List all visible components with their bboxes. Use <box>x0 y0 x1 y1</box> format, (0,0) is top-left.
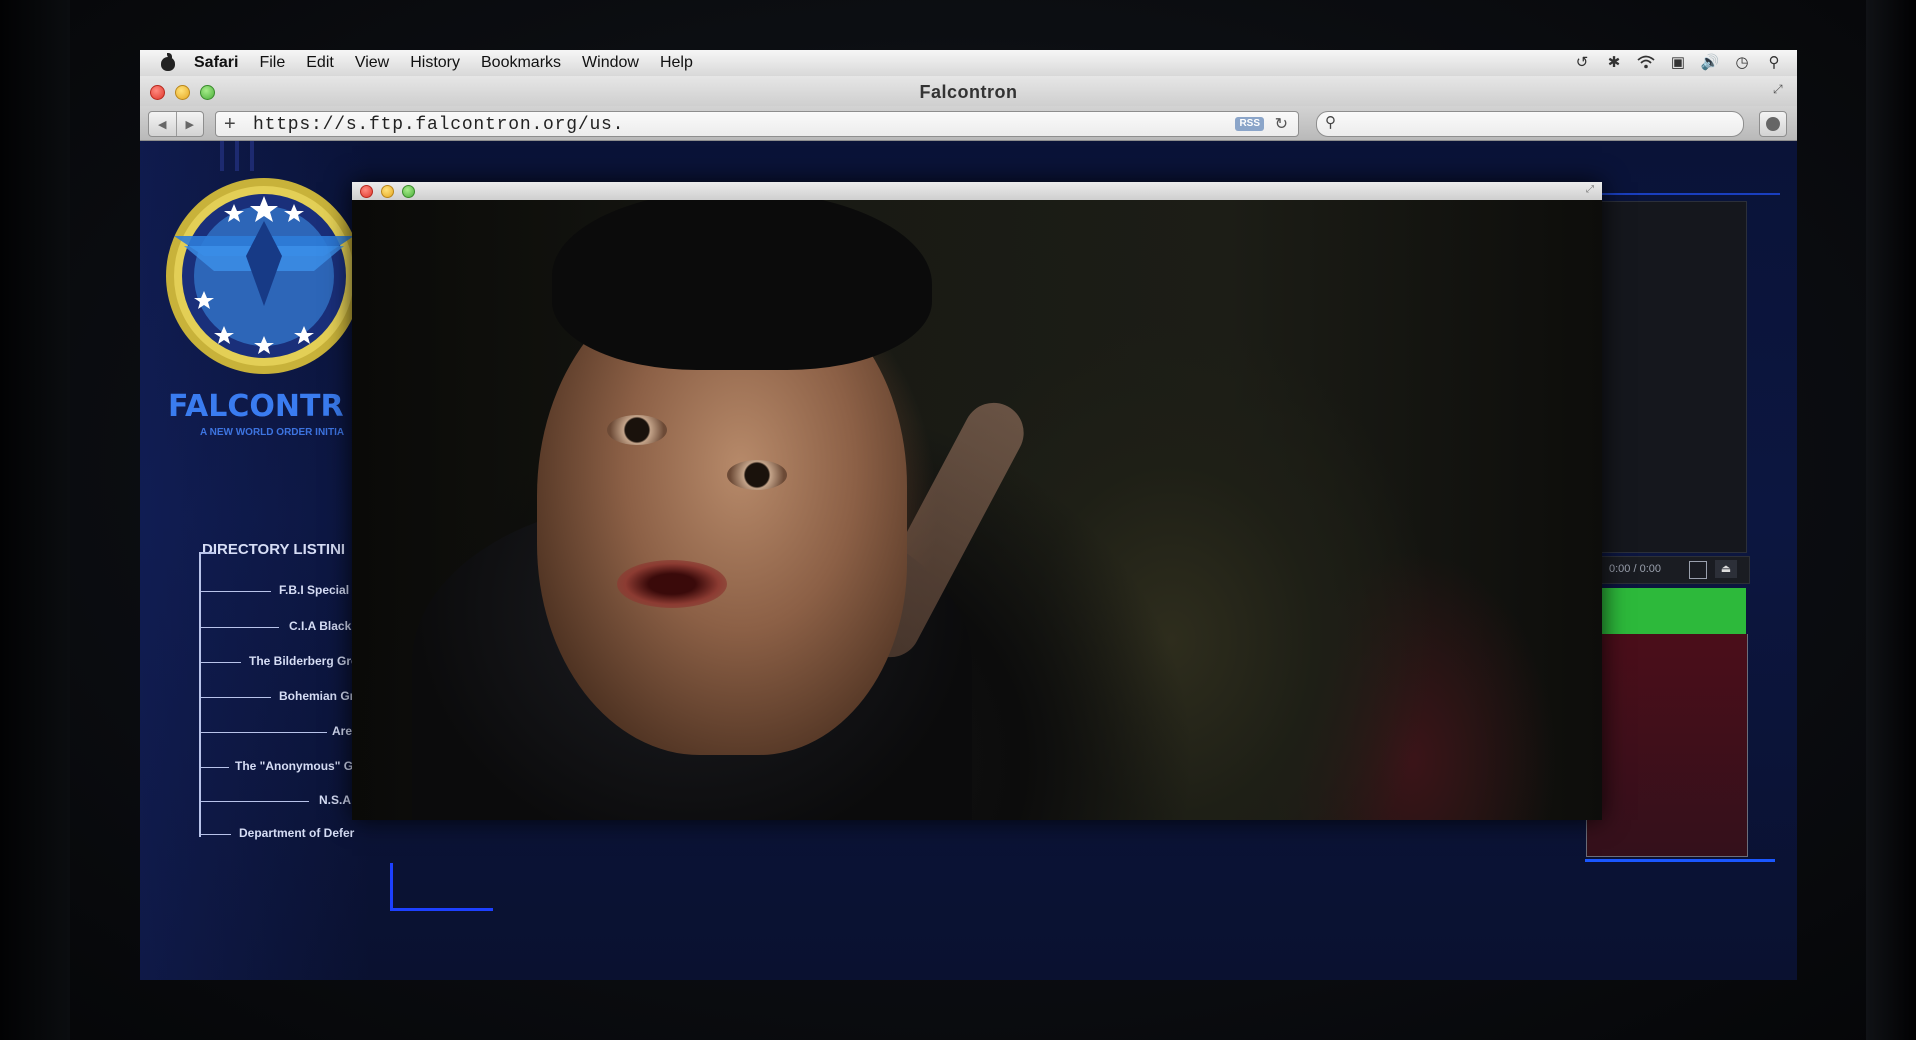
menu-file[interactable]: File <box>259 54 285 72</box>
site-tagline: A NEW WORLD ORDER INITIA <box>200 427 345 438</box>
time-machine-icon[interactable]: ↺ <box>1573 53 1591 71</box>
monitor-edge-right <box>1866 0 1916 1040</box>
status-icons: ↺ ✱ ▣ 🔊 ◷ ⚲ <box>1573 53 1783 71</box>
menu-bookmarks[interactable]: Bookmarks <box>481 54 561 72</box>
rss-badge[interactable]: RSS <box>1235 117 1264 131</box>
search-icon: ⚲ <box>1325 114 1336 131</box>
window-titlebar: Falcontron ⤢ <box>140 76 1797 106</box>
video-person-eye <box>727 460 787 490</box>
menu-window[interactable]: Window <box>582 54 639 72</box>
video-frame[interactable] <box>352 200 1602 820</box>
fullscreen-icon[interactable] <box>1689 561 1707 579</box>
volume-icon[interactable]: 🔊 <box>1701 53 1720 71</box>
window-title: Falcontron <box>919 82 1018 102</box>
zoom-video-button[interactable] <box>402 185 415 198</box>
site-brand[interactable]: FALCONTR <box>168 389 344 424</box>
status-bar-green <box>1586 588 1746 634</box>
add-bookmark-icon[interactable]: + <box>224 113 236 136</box>
menu-history[interactable]: History <box>410 54 460 72</box>
apple-menu-icon[interactable] <box>158 53 180 73</box>
video-window: ⤢ <box>352 182 1602 820</box>
wifi-icon[interactable] <box>1637 53 1655 71</box>
directory-item[interactable]: F.B.I Special C <box>201 583 361 599</box>
display-icon[interactable]: ▣ <box>1669 53 1687 71</box>
monitor-edge-left <box>0 0 70 1040</box>
video-person-mouth <box>617 560 727 608</box>
close-video-button[interactable] <box>360 185 373 198</box>
directory-item[interactable]: Bohemian Gro <box>201 689 362 705</box>
spotlight-icon[interactable]: ⚲ <box>1765 53 1783 71</box>
deco-stripe <box>235 141 239 171</box>
directory-item[interactable]: N.S.A Fi <box>201 793 365 809</box>
menu-app-safari[interactable]: Safari <box>194 54 238 72</box>
deco-line <box>1585 859 1775 862</box>
tree-connector <box>199 552 215 554</box>
menu-edit[interactable]: Edit <box>306 54 334 72</box>
url-field[interactable]: https://s.ftp.falcontron.org/us. <box>253 115 624 135</box>
alert-panel <box>1586 634 1748 857</box>
deco-bracket <box>390 863 553 911</box>
video-window-titlebar: ⤢ <box>352 182 1602 200</box>
back-button[interactable]: ◀ <box>149 112 177 136</box>
clock-icon[interactable]: ◷ <box>1733 53 1751 71</box>
menu-view[interactable]: View <box>355 54 389 72</box>
reload-icon[interactable]: ↻ <box>1275 114 1288 134</box>
video-fullscreen-icon[interactable]: ⤢ <box>1586 184 1594 195</box>
nav-buttons: ◀ ▶ <box>148 111 204 137</box>
menu-bar: Safari File Edit View History Bookmarks … <box>140 50 1797 77</box>
screen: Safari File Edit View History Bookmarks … <box>140 50 1797 980</box>
falcontron-seal-logo <box>166 178 362 374</box>
directory-item[interactable]: The Bilderberg Gro <box>201 654 361 670</box>
browser-toolbar: ◀ ▶ + https://s.ftp.falcontron.org/us. R… <box>140 106 1797 141</box>
directory-item[interactable]: Department of Defer <box>201 826 361 842</box>
search-field[interactable]: ⚲ <box>1316 111 1744 137</box>
deco-stripe <box>220 141 224 171</box>
deco-line <box>1590 193 1780 195</box>
address-bar[interactable]: + https://s.ftp.falcontron.org/us. RSS ↻ <box>215 111 1299 137</box>
menu-help[interactable]: Help <box>660 54 693 72</box>
directory-item[interactable]: The "Anonymous" Gro <box>201 759 365 775</box>
directory-item[interactable]: C.I.A Black C <box>201 619 363 635</box>
minimize-video-button[interactable] <box>381 185 394 198</box>
video-person-hair <box>552 200 932 370</box>
video-person-eye <box>607 415 667 445</box>
fullscreen-icon[interactable]: ⤢ <box>1773 82 1789 98</box>
eject-icon[interactable]: ⏏ <box>1715 560 1737 578</box>
directory-item[interactable]: Area <box>201 724 361 740</box>
side-video-panel <box>1585 201 1747 553</box>
bluetooth-icon[interactable]: ✱ <box>1605 53 1623 71</box>
downloads-button[interactable] <box>1759 111 1787 137</box>
deco-stripe <box>250 141 254 171</box>
download-icon <box>1766 117 1780 131</box>
player-time: 0:00 / 0:00 <box>1609 563 1661 575</box>
directory-heading: DIRECTORY LISTINI <box>202 541 346 558</box>
forward-button[interactable]: ▶ <box>177 112 204 136</box>
